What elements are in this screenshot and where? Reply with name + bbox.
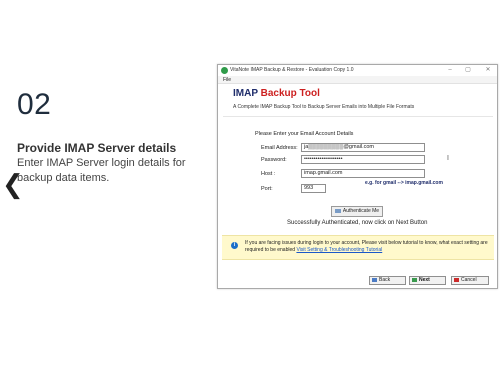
next-icon — [412, 277, 417, 282]
menu-bar: File — [218, 76, 497, 84]
app-title: IMAP Backup Tool — [233, 88, 320, 99]
close-icon[interactable]: ✕ — [482, 66, 494, 75]
back-icon — [372, 277, 377, 282]
email-field[interactable]: ja▒▒▒▒▒▒▒▒▒@gmail.com — [301, 143, 425, 152]
port-label: Port: — [261, 186, 273, 192]
authenticate-button[interactable]: Authenticate Me — [331, 206, 383, 217]
info-banner: i If you are facing issues during login … — [222, 235, 494, 260]
port-field[interactable]: 993 — [301, 184, 326, 193]
app-title-backup-tool: Backup Tool — [260, 88, 320, 99]
app-header: IMAP Backup Tool A Complete IMAP Backup … — [223, 85, 493, 117]
authenticate-icon — [334, 208, 341, 213]
text-cursor-icon: I — [447, 155, 449, 162]
host-label: Host : — [261, 171, 276, 177]
cancel-button-label: Cancel — [461, 277, 477, 283]
email-label: Email Address: — [261, 145, 298, 151]
app-title-imap: IMAP — [233, 88, 261, 99]
maximize-icon[interactable]: ▢ — [462, 66, 474, 75]
cancel-button[interactable]: Cancel — [451, 276, 489, 285]
next-button[interactable]: Next — [409, 276, 446, 285]
menu-file[interactable]: File — [223, 77, 231, 83]
title-bar: VitaNote IMAP Backup & Restore - Evaluat… — [218, 65, 497, 76]
password-label: Password: — [261, 157, 287, 163]
back-button-label: Back — [379, 277, 391, 283]
step-title: Provide IMAP Server details — [17, 141, 177, 155]
step-number: 02 — [17, 88, 52, 121]
app-window: VitaNote IMAP Backup & Restore - Evaluat… — [217, 64, 498, 289]
back-button[interactable]: Back — [369, 276, 406, 285]
form-heading: Please Enter your Email Account Details — [255, 131, 354, 137]
info-text: If you are facing issues during login to… — [245, 240, 490, 254]
tutorial-link[interactable]: Visit Setting & Troubleshooting Tutorial — [296, 247, 382, 253]
next-button-label: Next — [419, 277, 430, 283]
host-hint: e.g. for gmail --> imap.gmail.com — [365, 180, 443, 186]
success-message: Successfully Authenticated, now click on… — [287, 220, 428, 226]
window-title: VitaNote IMAP Backup & Restore - Evaluat… — [230, 67, 354, 73]
host-field[interactable]: imap.gmail.com — [301, 169, 425, 178]
cancel-icon — [454, 277, 459, 282]
info-icon: i — [231, 242, 238, 249]
authenticate-button-label: Authenticate Me — [342, 208, 380, 214]
minimize-icon[interactable]: – — [444, 66, 456, 75]
app-logo-icon — [221, 67, 228, 74]
password-field[interactable]: •••••••••••••••••••• — [301, 155, 425, 164]
step-description: Enter IMAP Server login details for back… — [17, 157, 186, 184]
app-subtitle: A Complete IMAP Backup Tool to Backup Se… — [233, 104, 415, 110]
